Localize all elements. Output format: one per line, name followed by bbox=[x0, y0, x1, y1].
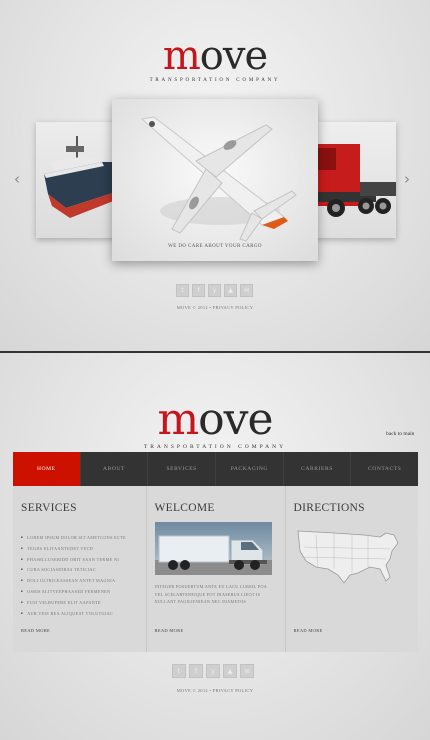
slide-ship-image[interactable] bbox=[36, 122, 116, 238]
slider-caption: WE DO CARE ABOUT YOUR CARGO bbox=[168, 244, 262, 249]
list-item[interactable]: DOLI ULTRICEASSEAN ANTET MAGNIA bbox=[21, 576, 138, 587]
list-item[interactable]: FUSI VELRUPERE ELIT AAFANTE bbox=[21, 598, 138, 609]
nav-home[interactable]: HOME bbox=[13, 452, 80, 486]
services-read-more-link[interactable]: READ MORE bbox=[21, 628, 50, 633]
upload-icon[interactable]: ▲ bbox=[224, 284, 237, 297]
services-title: SERVICES bbox=[21, 502, 77, 514]
twitter-icon[interactable]: t bbox=[172, 664, 186, 678]
logo-tagline: Transportation Company bbox=[143, 444, 287, 450]
mail-icon[interactable]: ✉ bbox=[240, 284, 253, 297]
directions-title: DIRECTIONS bbox=[293, 502, 365, 514]
facebook-icon[interactable]: f bbox=[189, 664, 203, 678]
services-list: LOREM IPSUM DOLOR SIT AMETCONS ECTE TEGI… bbox=[21, 533, 138, 619]
airplane-illustration bbox=[140, 116, 297, 242]
slide-plane-image[interactable]: WE DO CARE ABOUT YOUR CARGO bbox=[112, 99, 318, 261]
welcome-read-more-link[interactable]: READ MORE bbox=[155, 628, 184, 633]
list-item[interactable]: CURA SOCIASDIRAS TETICIAC bbox=[21, 565, 138, 576]
list-item[interactable]: PHASELLUSERIDD OBIT SAAN TERME NI bbox=[21, 555, 138, 566]
directions-column: DIRECTIONS READ MORE bbox=[284, 486, 419, 652]
usa-map-image[interactable] bbox=[294, 525, 406, 585]
welcome-column: WELCOME INTEGER POSUERTUM ANTE EU LACU L… bbox=[145, 486, 285, 652]
footer-copyright[interactable]: MOVE © 2012 • PRIVACY POLICY bbox=[0, 305, 430, 310]
truck-photo-illustration bbox=[154, 535, 272, 575]
welcome-truck-image bbox=[154, 522, 272, 575]
youtube-icon[interactable]: y bbox=[208, 284, 221, 297]
welcome-title: WELCOME bbox=[154, 502, 215, 514]
content-area: SERVICES LOREM IPSUM DOLOR SIT AMETCONS … bbox=[13, 486, 418, 652]
main-nav: HOME ABOUT SERVICES PACKAGING CARRIERS C… bbox=[13, 452, 418, 486]
slide-truck-image[interactable] bbox=[316, 122, 396, 238]
list-item[interactable]: AUR VEIS BEA ALIQUEAT VOLUTGIAC bbox=[21, 609, 138, 620]
footer-copyright[interactable]: MOVE © 2012 • PRIVACY POLICY bbox=[0, 688, 430, 693]
logo[interactable]: move Transportation Company bbox=[0, 36, 430, 83]
usa-map-illustration bbox=[297, 530, 398, 584]
chevron-right-icon[interactable]: › bbox=[404, 170, 410, 188]
logo-word-rest: ove bbox=[198, 394, 273, 445]
back-to-main-link[interactable]: back to main bbox=[386, 431, 414, 437]
nav-packaging[interactable]: PACKAGING bbox=[215, 452, 283, 486]
chevron-left-icon[interactable]: ‹ bbox=[14, 170, 20, 188]
directions-read-more-link[interactable]: READ MORE bbox=[294, 628, 323, 633]
truck-illustration bbox=[316, 144, 396, 217]
nav-services[interactable]: SERVICES bbox=[147, 452, 215, 486]
youtube-icon[interactable]: y bbox=[206, 664, 220, 678]
list-item[interactable]: LOREM IPSUM DOLOR SIT AMETCONS ECTE bbox=[21, 533, 138, 544]
list-item[interactable]: OSBIS ELITVEEPHAASED FERMENEN bbox=[21, 587, 138, 598]
welcome-text: INTEGER POSUERTUM ANTE EU LACU LUREIL PO… bbox=[154, 584, 267, 604]
nav-about[interactable]: ABOUT bbox=[79, 452, 148, 486]
logo-tagline: Transportation Company bbox=[149, 78, 281, 83]
services-column: SERVICES LOREM IPSUM DOLOR SIT AMETCONS … bbox=[13, 486, 146, 652]
logo[interactable]: move Transportation Company bbox=[0, 398, 430, 451]
logo-letter-m: m bbox=[162, 33, 201, 79]
social-links: t f y ▲ ✉ bbox=[172, 664, 254, 678]
social-links: t f y ▲ ✉ bbox=[176, 284, 253, 297]
facebook-icon[interactable]: f bbox=[192, 284, 205, 297]
twitter-icon[interactable]: t bbox=[176, 284, 189, 297]
nav-carriers[interactable]: CARRIERS bbox=[282, 452, 351, 486]
upload-icon[interactable]: ▲ bbox=[223, 664, 237, 678]
logo-word-rest: ove bbox=[199, 33, 268, 79]
list-item[interactable]: TEGIIS ELITAANTEDET VECD bbox=[21, 544, 138, 555]
logo-letter-m: m bbox=[157, 394, 199, 445]
mail-icon[interactable]: ✉ bbox=[240, 664, 254, 678]
ship-illustration bbox=[44, 136, 116, 218]
nav-contacts[interactable]: CONTACTS bbox=[350, 452, 418, 486]
